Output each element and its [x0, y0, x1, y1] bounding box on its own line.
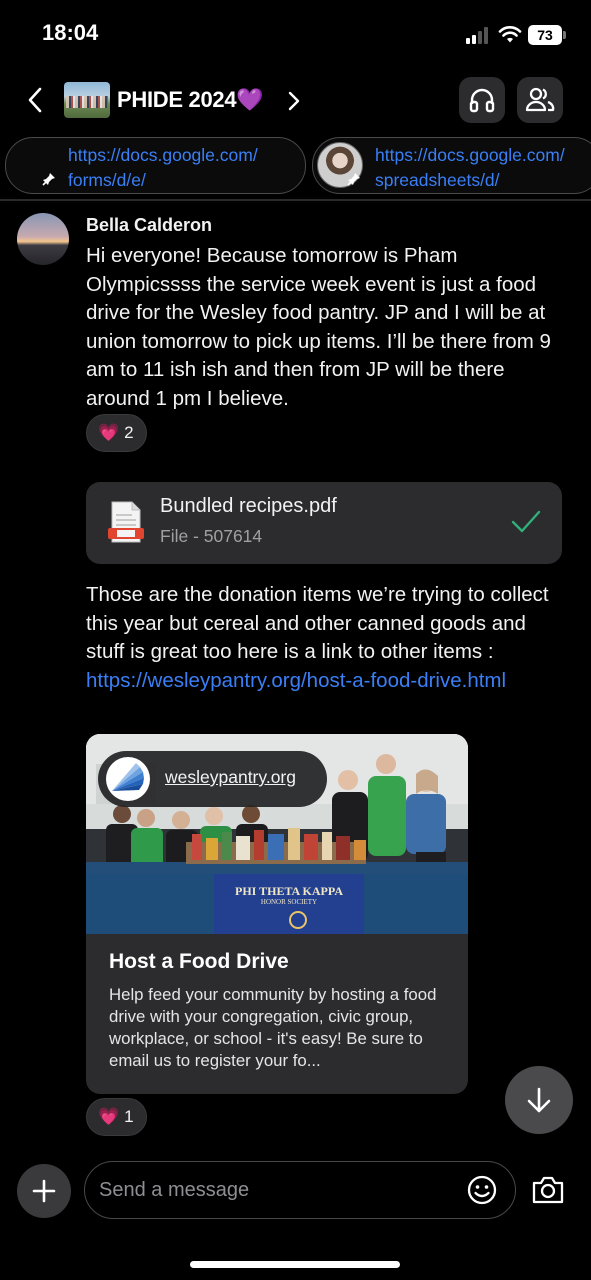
message-input[interactable] — [99, 1174, 459, 1206]
preview-description: Help feed your community by hosting a fo… — [109, 985, 437, 1070]
avatar[interactable] — [17, 213, 69, 265]
heart-emoji: 💗 — [98, 423, 120, 442]
file-name: Bundled recipes.pdf — [160, 495, 337, 517]
pinned-link-line1: https://docs.google.com/ — [68, 145, 258, 165]
pinned-link-line1: https://docs.google.com/ — [375, 145, 565, 165]
back-button[interactable] — [20, 82, 50, 118]
emoji-icon[interactable] — [466, 1174, 498, 1206]
reaction-count: 1 — [124, 1107, 134, 1126]
file-attachment[interactable]: Bundled recipes.pdf File - 507614 — [86, 482, 562, 564]
battery-indicator: 73 — [528, 25, 562, 45]
message-composer — [84, 1161, 516, 1219]
site-pill[interactable]: wesleypantry.org — [98, 751, 327, 807]
file-meta: File - 507614 — [160, 526, 263, 546]
chat-header: PHIDE 2024💜 — [0, 76, 591, 124]
scroll-to-bottom-button[interactable] — [505, 1066, 573, 1134]
message-link[interactable]: https://wesleypantry.org/host-a-food-dri… — [86, 669, 506, 692]
preview-image: PHI THETA KAPPA HONOR SOCIETY wesleypant… — [86, 734, 468, 934]
pinned-link-line2: forms/d/e/ — [68, 170, 146, 190]
cellular-signal-icon — [466, 26, 492, 44]
check-icon — [511, 510, 541, 533]
header-divider — [0, 199, 591, 201]
pinned-link-spreadsheet[interactable]: https://docs.google.com/ spreadsheets/d/ — [312, 137, 591, 194]
message-text-2-body: Those are the donation items we’re tryin… — [86, 583, 549, 663]
heart-emoji: 💗 — [98, 1107, 120, 1126]
reaction-badge[interactable]: 💗 2 — [86, 414, 147, 452]
arrow-down-icon — [527, 1087, 551, 1113]
banner-subtext: HONOR SOCIETY — [260, 898, 318, 906]
camera-icon[interactable] — [530, 1172, 566, 1208]
headphones-icon — [469, 88, 495, 113]
add-attachment-button[interactable] — [17, 1164, 71, 1218]
site-name: wesleypantry.org — [165, 767, 296, 787]
members-button[interactable] — [517, 77, 563, 123]
members-icon — [525, 87, 555, 112]
audio-call-button[interactable] — [459, 77, 505, 123]
banner-text: PHI THETA KAPPA — [234, 884, 343, 898]
wesley-pantry-logo-icon — [112, 763, 144, 791]
battery-tip — [563, 31, 566, 39]
group-avatar[interactable] — [64, 82, 110, 118]
group-title[interactable]: PHIDE 2024💜 — [117, 87, 264, 113]
status-time: 18:04 — [42, 20, 99, 45]
chevron-right-icon[interactable] — [284, 90, 304, 112]
pin-icon — [42, 173, 55, 186]
pdf-file-icon — [108, 501, 144, 543]
pinned-link-line2: spreadsheets/d/ — [375, 170, 500, 190]
pinned-link-forms[interactable]: https://docs.google.com/ forms/d/e/ — [5, 137, 306, 194]
sender-name[interactable]: Bella Calderon — [86, 215, 212, 236]
message-text: Hi everyone! Because tomorrow is Pham Ol… — [86, 244, 551, 410]
reaction-badge[interactable]: 💗 1 — [86, 1098, 147, 1136]
link-preview-card[interactable]: PHI THETA KAPPA HONOR SOCIETY wesleypant… — [86, 734, 468, 1094]
home-indicator — [190, 1261, 400, 1268]
plus-icon — [32, 1179, 56, 1203]
pinned-links: https://docs.google.com/ forms/d/e/ http… — [0, 137, 591, 195]
message-text-2: Those are the donation items we’re tryin… — [86, 581, 566, 695]
pin-icon — [347, 173, 360, 186]
preview-title: Host a Food Drive — [109, 950, 289, 973]
wifi-icon — [498, 26, 522, 43]
site-logo — [106, 757, 150, 801]
reaction-count: 2 — [124, 423, 134, 442]
status-bar: 18:04 73 — [0, 0, 591, 70]
back-icon — [28, 87, 42, 113]
